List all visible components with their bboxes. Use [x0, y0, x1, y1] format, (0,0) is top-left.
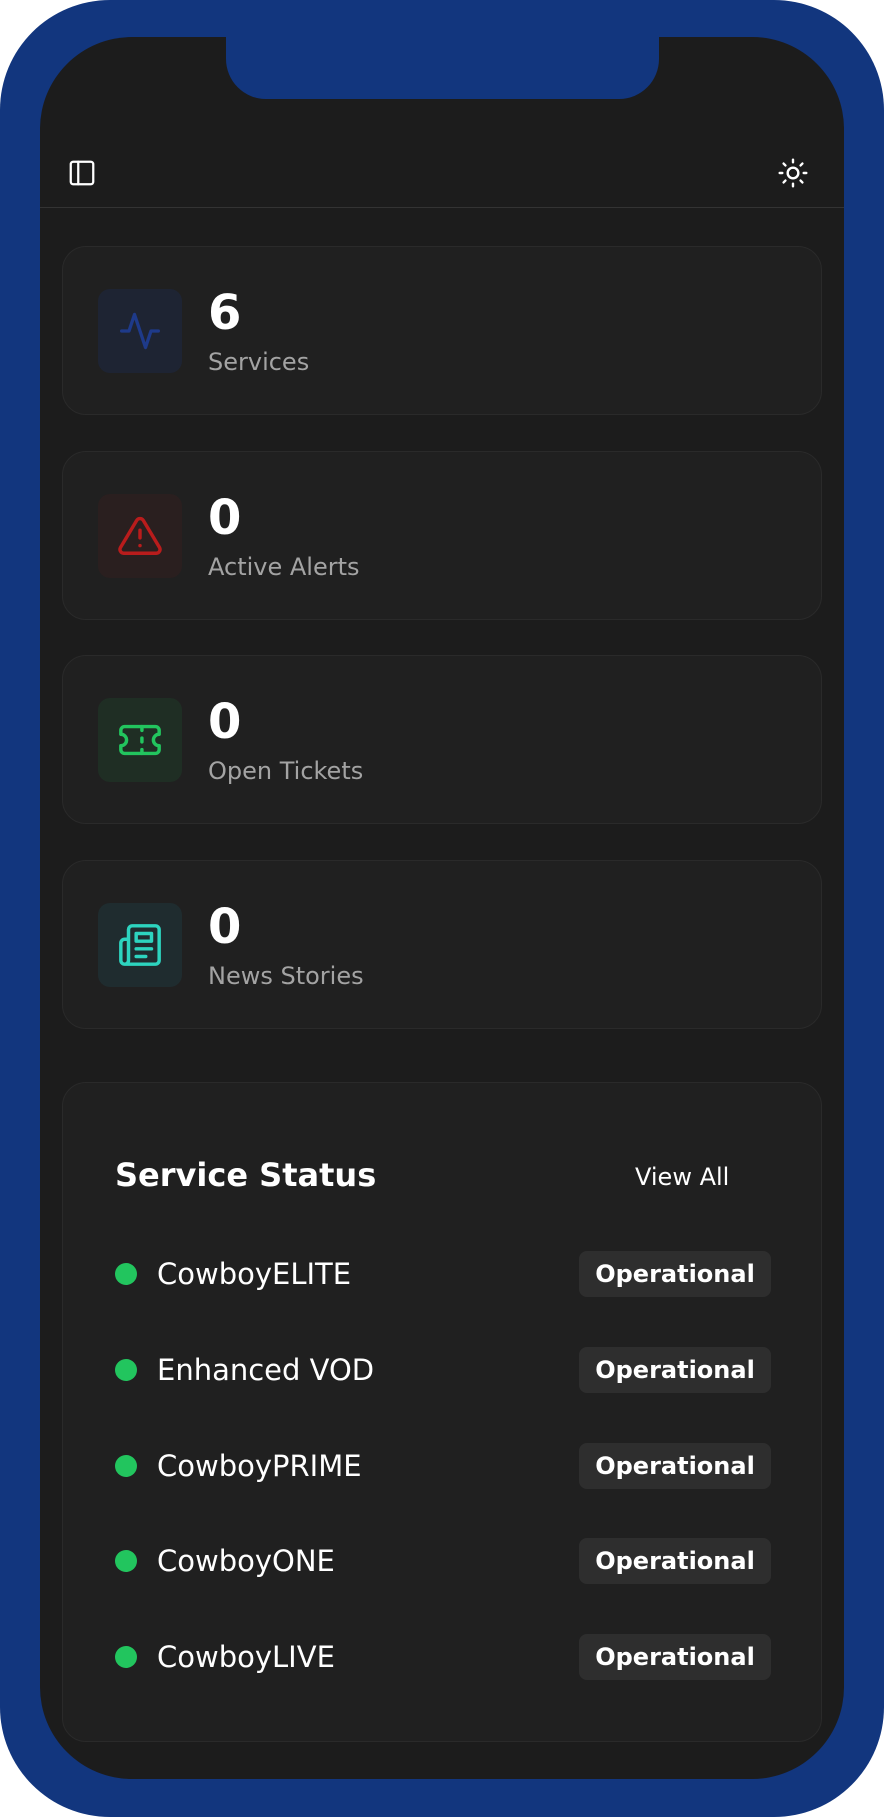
status-dot: [115, 1455, 137, 1477]
app-screen: 6 Services 0 Active Alerts 0 Open Ticket…: [40, 37, 844, 1779]
service-status-title: Service Status: [115, 1156, 377, 1194]
stat-card-active-alerts[interactable]: 0 Active Alerts: [62, 451, 822, 620]
alert-triangle-icon: [118, 516, 162, 555]
service-name: Enhanced VOD: [157, 1353, 375, 1387]
sidebar-toggle-button[interactable]: [62, 153, 102, 193]
service-row[interactable]: CowboyELITE Operational: [115, 1251, 771, 1297]
status-badge: Operational: [579, 1443, 771, 1489]
stat-card-news-stories[interactable]: 0 News Stories: [62, 860, 822, 1029]
service-row[interactable]: CowboyPRIME Operational: [115, 1443, 771, 1489]
stat-value: 0: [208, 694, 242, 750]
stat-label: Open Tickets: [208, 757, 364, 785]
ticket-icon: [119, 724, 161, 756]
stat-label: Services: [208, 348, 310, 376]
theme-toggle-button[interactable]: [773, 153, 813, 193]
stat-icon-box: [98, 494, 182, 578]
service-name: CowboyPRIME: [157, 1449, 362, 1483]
stat-card-open-tickets[interactable]: 0 Open Tickets: [62, 655, 822, 824]
sun-icon: [778, 158, 808, 188]
stat-label: Active Alerts: [208, 553, 360, 581]
service-status-card: Service Status View All CowboyELITE Oper…: [62, 1082, 822, 1742]
service-row[interactable]: CowboyONE Operational: [115, 1538, 771, 1584]
activity-pulse-icon: [120, 312, 160, 350]
stat-label: News Stories: [208, 962, 364, 990]
status-dot: [115, 1550, 137, 1572]
service-name: CowboyONE: [157, 1544, 335, 1578]
status-badge: Operational: [579, 1538, 771, 1584]
stat-icon-box: [98, 903, 182, 987]
stat-value: 6: [208, 285, 242, 341]
stat-icon-box: [98, 698, 182, 782]
stat-icon-box: [98, 289, 182, 373]
sidebar-panel-icon: [69, 160, 95, 186]
status-badge: Operational: [579, 1634, 771, 1680]
service-row[interactable]: Enhanced VOD Operational: [115, 1347, 771, 1393]
service-row[interactable]: CowboyLIVE Operational: [115, 1634, 771, 1680]
view-all-button[interactable]: View All: [635, 1161, 729, 1193]
service-name: CowboyELITE: [157, 1257, 352, 1291]
stat-card-services[interactable]: 6 Services: [62, 246, 822, 415]
stat-value: 0: [208, 899, 242, 955]
stat-value: 0: [208, 490, 242, 546]
newspaper-icon: [119, 924, 161, 966]
status-badge: Operational: [579, 1347, 771, 1393]
status-dot: [115, 1646, 137, 1668]
status-dot: [115, 1263, 137, 1285]
service-name: CowboyLIVE: [157, 1640, 335, 1674]
status-badge: Operational: [579, 1251, 771, 1297]
phone-notch: [226, 37, 659, 99]
status-dot: [115, 1359, 137, 1381]
